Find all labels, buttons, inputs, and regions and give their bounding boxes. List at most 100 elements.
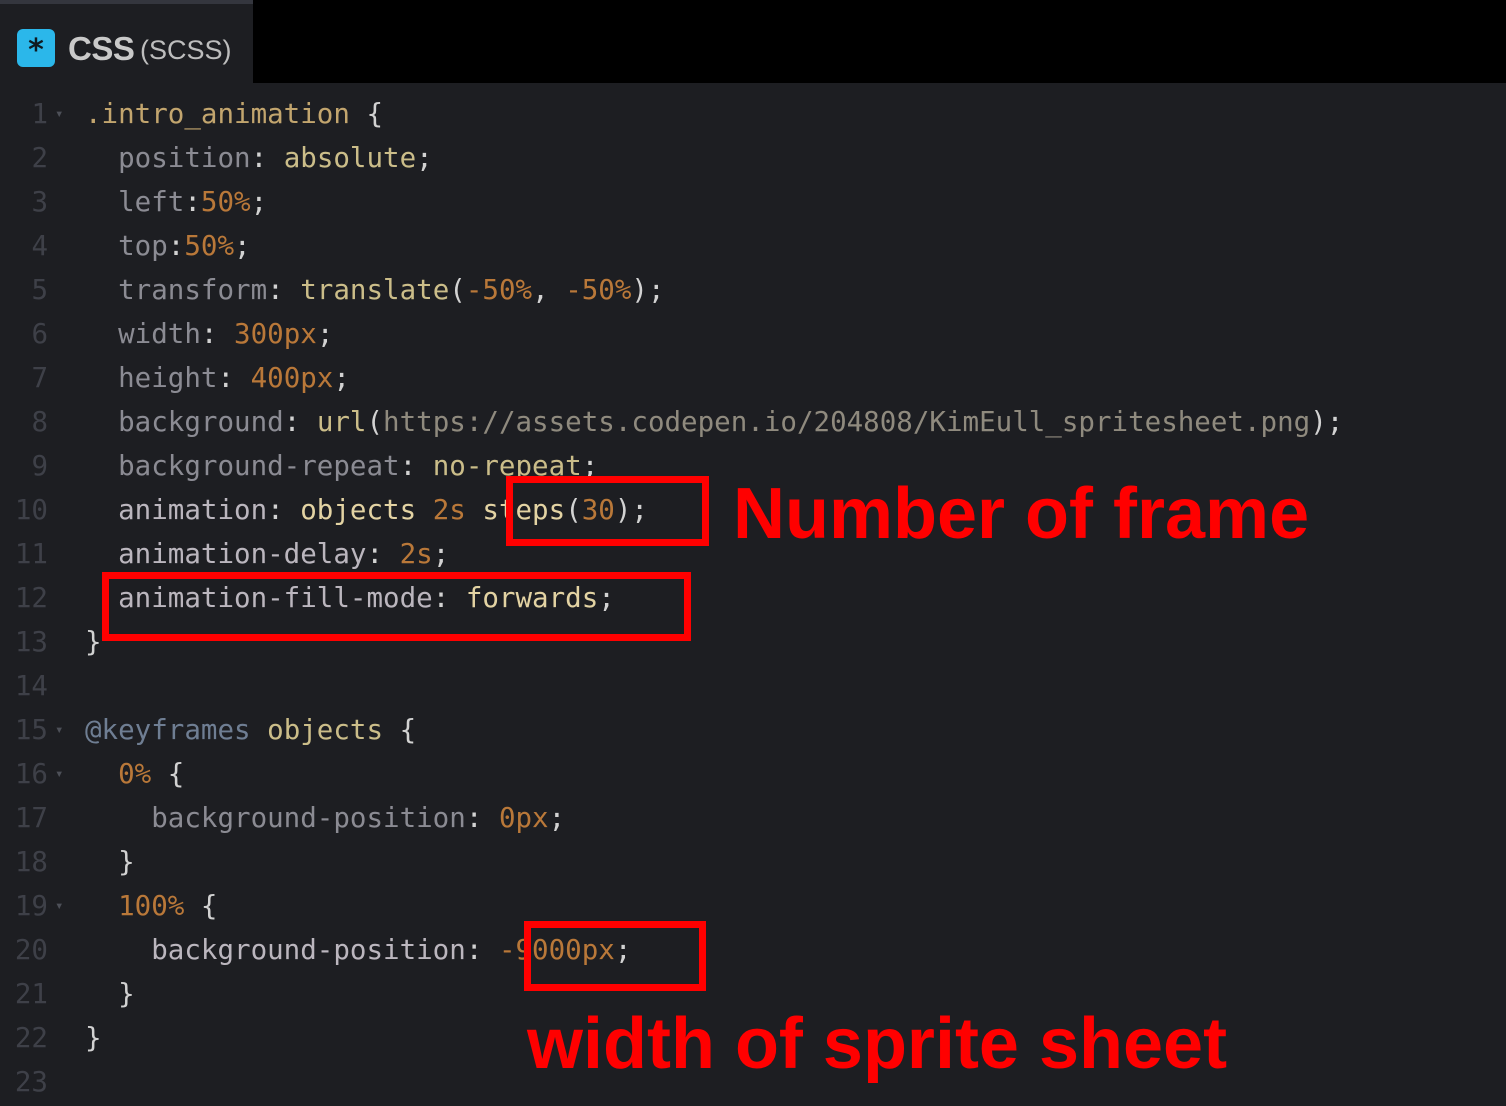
line-number: 15: [14, 714, 48, 746]
code-token: objects: [300, 494, 433, 526]
code-token: ;: [316, 318, 334, 350]
code-line[interactable]: 18 }: [0, 840, 1506, 884]
code-line[interactable]: 14: [0, 664, 1506, 708]
fold-arrow-icon[interactable]: ▾: [55, 708, 63, 752]
code-token: ,: [532, 274, 566, 306]
line-number: 13: [14, 626, 48, 658]
code-token: objects: [267, 714, 384, 746]
code-token: :: [465, 802, 499, 834]
line-number: 20: [14, 934, 48, 966]
fold-arrow-icon[interactable]: ▾: [55, 752, 63, 796]
code-token: }: [85, 626, 102, 658]
code-line[interactable]: 20 background-position: -9000px;: [0, 928, 1506, 972]
code-text: }: [85, 1016, 102, 1060]
code-line[interactable]: 2 position: absolute;: [0, 136, 1506, 180]
code-token: 0px: [498, 802, 549, 834]
line-number: 8: [31, 406, 48, 438]
code-token: );: [631, 274, 665, 306]
code-line[interactable]: 1 ▾ .intro_animation {: [0, 92, 1506, 136]
line-number: 6: [31, 318, 48, 350]
line-number: 18: [14, 846, 48, 878]
code-line[interactable]: 6 width: 300px;: [0, 312, 1506, 356]
code-text: width: 300px;: [85, 312, 333, 356]
code-text: background-position: 0px;: [85, 796, 565, 840]
code-line[interactable]: 16 ▾ 0% {: [0, 752, 1506, 796]
code-token: ;: [333, 362, 350, 394]
code-token: );: [1310, 406, 1344, 438]
code-token: :: [399, 450, 433, 482]
code-token: {: [151, 758, 185, 790]
code-token: {: [383, 714, 417, 746]
code-token: width: [85, 318, 201, 350]
code-token: }: [85, 846, 135, 878]
code-text: left:50%;: [85, 180, 267, 224]
line-number: 11: [14, 538, 48, 570]
code-text: }: [85, 972, 135, 1016]
code-line[interactable]: 19 ▾ 100% {: [0, 884, 1506, 928]
line-number: 23: [14, 1066, 48, 1098]
code-token: background: [85, 406, 284, 438]
code-line[interactable]: 4 top:50%;: [0, 224, 1506, 268]
code-line[interactable]: 3 left:50%;: [0, 180, 1506, 224]
line-number: 22: [14, 1022, 48, 1054]
code-token: :: [217, 362, 251, 394]
code-token: :: [465, 934, 499, 966]
line-number: 3: [31, 186, 48, 218]
line-number: 2: [31, 142, 48, 174]
code-token: :: [250, 142, 284, 174]
code-token: background-position: [85, 802, 466, 834]
code-token: animation: [85, 494, 268, 526]
code-token: absolute: [283, 142, 417, 174]
tab-language-label: CSS: [68, 30, 135, 67]
line-number: 1: [31, 98, 48, 130]
line-number: 21: [14, 978, 48, 1010]
frames-annotation: Number of frame: [733, 474, 1310, 554]
line-number: 4: [31, 230, 48, 262]
code-token: ;: [548, 802, 566, 834]
code-text: }: [85, 840, 135, 884]
code-token: transform: [85, 274, 268, 306]
line-number: 17: [14, 802, 48, 834]
code-token: 50%: [184, 230, 235, 262]
code-text: animation-delay: 2s;: [85, 532, 449, 576]
code-token: https://assets.codepen.io/204808/KimEull…: [383, 406, 1311, 438]
code-token: :: [167, 230, 185, 262]
code-token: :: [184, 186, 201, 218]
code-line[interactable]: 15 ▾ @keyframes objects {: [0, 708, 1506, 752]
position-highlight-box: [524, 921, 706, 991]
code-text: height: 400px;: [85, 356, 350, 400]
code-token: :: [267, 274, 301, 306]
code-line[interactable]: 5 transform: translate(-50%, -50%);: [0, 268, 1506, 312]
code-line[interactable]: 7 height: 400px;: [0, 356, 1506, 400]
code-token: -50%: [465, 274, 533, 306]
fill-mode-highlight-box: [102, 572, 691, 641]
fold-arrow-icon[interactable]: ▾: [55, 884, 63, 928]
code-text: background: url(https://assets.codepen.i…: [85, 400, 1343, 444]
code-line[interactable]: 17 background-position: 0px;: [0, 796, 1506, 840]
line-number: 16: [14, 758, 48, 790]
fold-arrow-icon[interactable]: ▾: [55, 92, 63, 136]
sprite-width-annotation: width of sprite sheet: [527, 1004, 1228, 1084]
line-number: 7: [31, 362, 48, 394]
code-token: 0%: [85, 758, 152, 790]
code-token: ;: [432, 538, 450, 570]
code-token: ;: [416, 142, 433, 174]
code-line[interactable]: 8 background: url(https://assets.codepen…: [0, 400, 1506, 444]
tab-css[interactable]: * CSS (SCSS): [0, 0, 253, 83]
code-token: .intro_animation: [85, 98, 350, 130]
code-text: top:50%;: [85, 224, 251, 268]
code-token: (: [366, 406, 384, 438]
line-number: 12: [14, 582, 48, 614]
code-token: left: [85, 186, 185, 218]
editor-tab-bar: * CSS (SCSS): [0, 0, 1506, 83]
code-token: }: [85, 1022, 102, 1054]
line-number: 19: [14, 890, 48, 922]
code-token: ;: [234, 230, 251, 262]
code-token: :: [200, 318, 235, 350]
line-number: 9: [31, 450, 48, 482]
line-number: 10: [14, 494, 48, 526]
code-token: 2s: [432, 494, 466, 526]
code-token: height: [85, 362, 218, 394]
